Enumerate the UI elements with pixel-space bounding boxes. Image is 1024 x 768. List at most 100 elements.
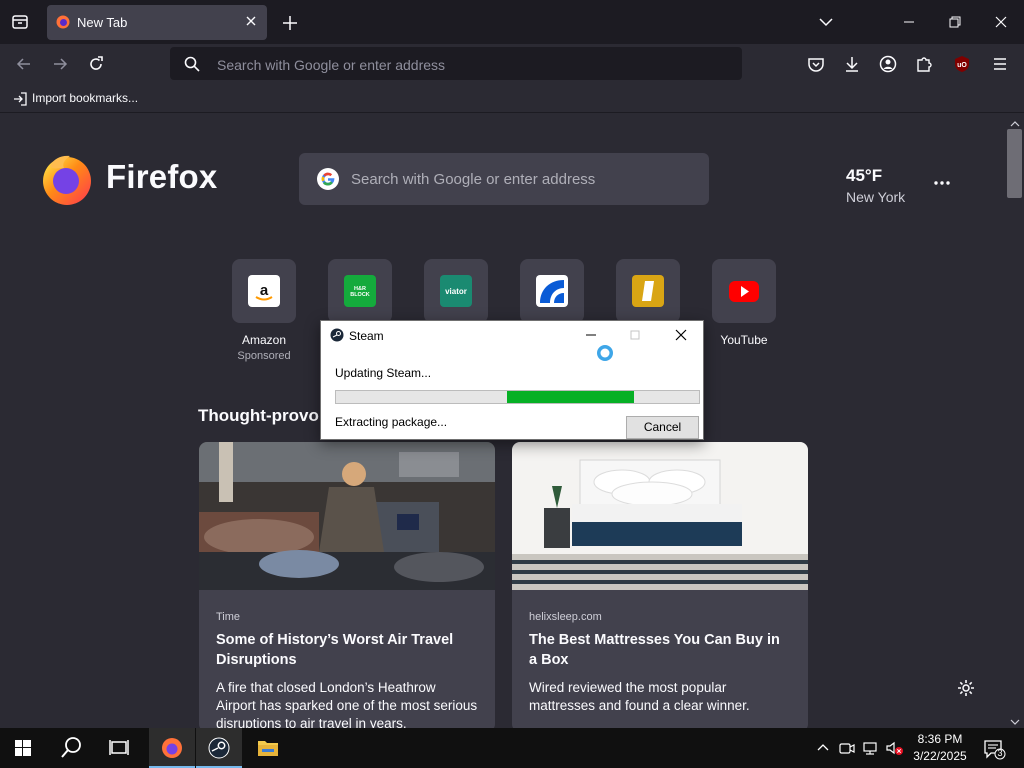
search-icon: [183, 55, 201, 73]
downloads-icon[interactable]: [842, 54, 862, 74]
shortcut-viator[interactable]: viator: [424, 259, 488, 323]
dialog-close-icon[interactable]: [673, 327, 689, 343]
dialog-minimize-icon[interactable]: [583, 327, 599, 343]
amazon-icon: a: [248, 275, 280, 307]
story-source: helixsleep.com: [529, 611, 602, 623]
firefox-icon: [162, 738, 182, 758]
story-image-mattress: [512, 442, 808, 590]
hrblock-icon: H&R BLOCK: [344, 275, 376, 307]
import-bookmarks-link[interactable]: Import bookmarks...: [32, 91, 138, 105]
site-icon-gold: [632, 275, 664, 307]
minimize-window-icon[interactable]: [899, 12, 919, 32]
windows-logo-icon: [15, 740, 31, 756]
story-card[interactable]: Time Some of History’s Worst Air Travel …: [199, 442, 495, 732]
account-icon[interactable]: [878, 54, 898, 74]
shortcut-youtube[interactable]: [712, 259, 776, 323]
firefox-favicon-icon: [56, 15, 70, 29]
firefox-wordmark: Firefox: [106, 158, 218, 195]
task-view-button[interactable]: [96, 728, 142, 768]
story-description: A fire that closed London’s Heathrow Air…: [216, 680, 478, 731]
clock-time: 8:36 PM: [917, 732, 963, 746]
weather-temperature[interactable]: 45°F: [846, 166, 882, 186]
shortcut-youtube-label: YouTube: [720, 333, 768, 347]
scrollbar-track[interactable]: [1006, 113, 1024, 727]
notification-count-badge: 3: [997, 748, 1003, 758]
back-arrow-icon[interactable]: [14, 54, 34, 74]
weather-more-options-icon[interactable]: [932, 176, 952, 190]
weather-city[interactable]: New York: [846, 189, 905, 205]
steam-logo-icon: [330, 328, 344, 342]
forward-arrow-icon[interactable]: [50, 54, 70, 74]
clock-date: 3/22/2025: [913, 749, 967, 763]
dialog-message: Updating Steam...: [335, 366, 432, 380]
reload-icon[interactable]: [86, 54, 106, 74]
tab-list-chevron-down-icon[interactable]: [816, 12, 836, 32]
busy-cursor-icon: [595, 343, 615, 363]
svg-text:a: a: [260, 282, 269, 299]
taskbar-search-button[interactable]: [48, 728, 94, 768]
customize-gear-icon[interactable]: [956, 678, 976, 698]
story-card[interactable]: helixsleep.com The Best Mattresses You C…: [512, 442, 808, 732]
taskbar-clock[interactable]: 8:36 PM 3/22/2025: [907, 731, 973, 765]
url-bar-placeholder: Search with Google or enter address: [217, 57, 446, 73]
taskbar-firefox[interactable]: [149, 728, 195, 768]
task-view-icon: [109, 740, 129, 755]
dialog-maximize-icon: [627, 327, 643, 343]
restore-window-icon[interactable]: [945, 12, 965, 32]
firefox-view-icon[interactable]: [10, 12, 30, 32]
tab-new-tab[interactable]: New Tab: [47, 5, 267, 40]
dialog-title: Steam: [349, 329, 384, 343]
newtab-search-box[interactable]: Search with Google or enter address: [299, 153, 709, 205]
newtab-search-placeholder: Search with Google or enter address: [351, 171, 596, 188]
shortcut-amazon-sponsored: Sponsored: [237, 350, 291, 362]
url-bar[interactable]: Search with Google or enter address: [170, 47, 742, 80]
story-description: Wired reviewed the most popular mattress…: [529, 680, 750, 713]
svg-text:uO: uO: [957, 62, 967, 69]
shortcut-site-gold[interactable]: [616, 259, 680, 323]
update-progress-bar: [335, 390, 700, 404]
shortcut-amazon[interactable]: a: [232, 259, 296, 323]
screen: New Tab Search with Google or enter addr…: [0, 0, 1024, 768]
pocket-icon[interactable]: [806, 54, 826, 74]
network-icon[interactable]: [862, 740, 880, 756]
shortcut-site-blue[interactable]: [520, 259, 584, 323]
close-window-icon[interactable]: [991, 12, 1011, 32]
meet-now-camera-icon[interactable]: [838, 740, 856, 756]
steam-icon: [208, 737, 230, 759]
extensions-puzzle-icon[interactable]: [914, 54, 934, 74]
shortcut-hrblock[interactable]: H&R BLOCK: [328, 259, 392, 323]
youtube-icon: [728, 275, 760, 307]
dialog-status: Extracting package...: [335, 415, 448, 429]
bookmarks-toolbar: Import bookmarks...: [0, 84, 1024, 113]
start-button[interactable]: [0, 728, 46, 768]
tab-title: New Tab: [77, 15, 128, 30]
scroll-down-icon[interactable]: [1009, 714, 1021, 725]
notifications-icon[interactable]: 3: [982, 738, 1006, 760]
scroll-up-icon[interactable]: [1009, 116, 1021, 127]
taskbar-file-explorer[interactable]: [245, 728, 291, 768]
firefox-logo-icon: [40, 152, 94, 206]
update-progress-fill: [507, 391, 634, 403]
site-icon-blue: [536, 275, 568, 307]
cancel-button[interactable]: Cancel: [626, 416, 699, 439]
show-hidden-icons-chevron-up-icon[interactable]: [815, 740, 831, 756]
svg-text:viator: viator: [445, 287, 467, 296]
story-title[interactable]: The Best Mattresses You Can Buy in a Box: [529, 630, 791, 670]
story-source: Time: [216, 611, 241, 623]
scrollbar-thumb[interactable]: [1007, 129, 1022, 198]
app-menu-hamburger-icon[interactable]: [990, 54, 1010, 74]
svg-text:BLOCK: BLOCK: [350, 292, 370, 298]
close-tab-icon[interactable]: [243, 13, 259, 29]
search-icon: [61, 737, 81, 758]
import-icon: [12, 91, 28, 107]
taskbar-steam[interactable]: [196, 728, 242, 768]
viator-icon: viator: [440, 275, 472, 307]
steam-update-dialog: Steam Updating Steam... Extracting packa…: [320, 320, 704, 440]
story-title[interactable]: Some of History’s Worst Air Travel Disru…: [216, 630, 478, 670]
ublock-origin-icon[interactable]: uO: [952, 54, 972, 74]
shortcut-amazon-label: Amazon: [241, 333, 287, 347]
google-g-icon: [316, 167, 340, 191]
volume-muted-icon[interactable]: [885, 740, 905, 756]
story-image-airport: [199, 442, 495, 590]
new-tab-plus-icon[interactable]: [280, 13, 300, 33]
